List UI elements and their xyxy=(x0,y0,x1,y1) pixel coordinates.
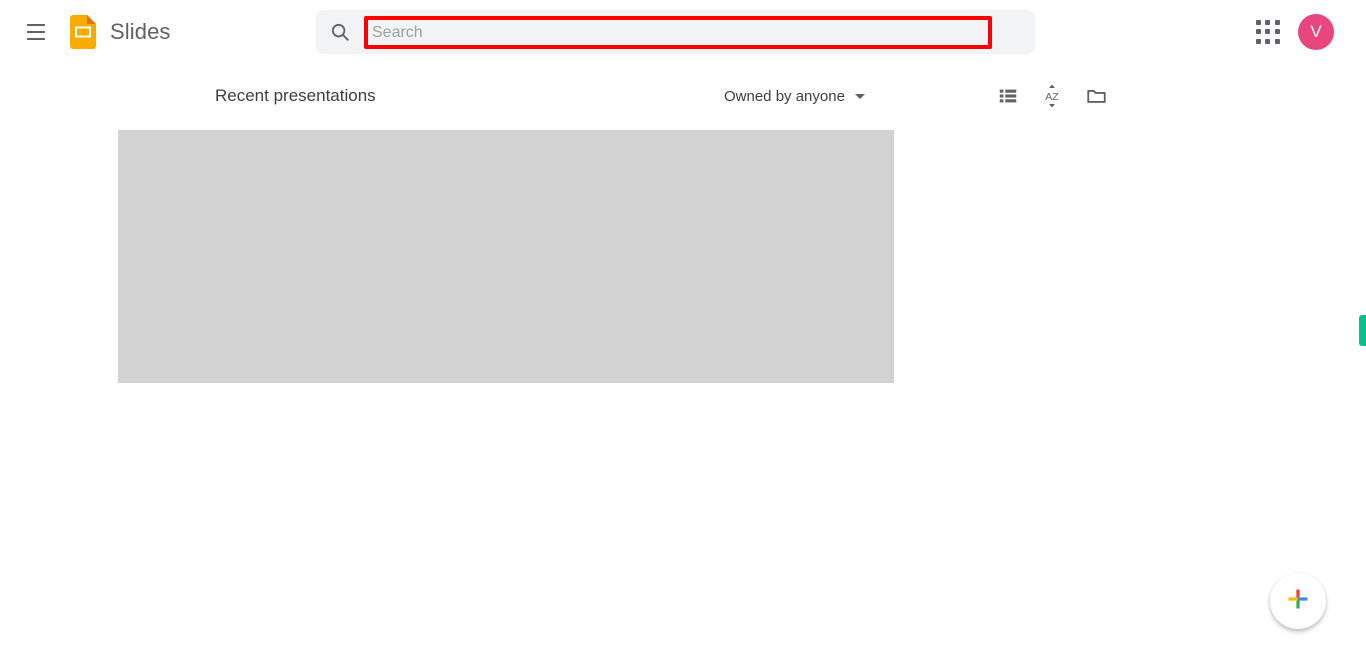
search-bar[interactable] xyxy=(316,10,1035,54)
hamburger-line xyxy=(27,24,45,26)
svg-text:AZ: AZ xyxy=(1045,91,1059,103)
hamburger-line xyxy=(27,38,45,40)
search-input[interactable] xyxy=(364,17,992,48)
apps-grid-dot xyxy=(1274,38,1280,44)
recent-section-header: Recent presentations Owned by anyone AZ xyxy=(0,78,1366,116)
chevron-down-icon xyxy=(854,93,865,99)
search-icon[interactable] xyxy=(316,10,364,54)
folder-icon[interactable] xyxy=(1078,78,1114,114)
apps-grid-dot xyxy=(1265,38,1271,44)
top-app-bar: Slides V xyxy=(0,0,1366,64)
search-field-zone xyxy=(364,10,1035,54)
apps-grid-dot xyxy=(1274,20,1280,25)
avatar[interactable]: V xyxy=(1298,14,1334,50)
presentation-thumbnail-placeholder[interactable] xyxy=(118,130,894,383)
feedback-tab[interactable] xyxy=(1359,315,1366,346)
hamburger-menu-icon[interactable] xyxy=(22,18,50,46)
apps-grid-dot xyxy=(1265,29,1271,35)
new-presentation-fab[interactable] xyxy=(1270,573,1326,629)
apps-grid-dot xyxy=(1256,20,1261,25)
apps-grid-dot xyxy=(1256,29,1261,35)
slides-logo-icon xyxy=(70,15,96,49)
page-title: Recent presentations xyxy=(215,86,376,105)
hamburger-line xyxy=(27,31,45,33)
apps-grid-dot xyxy=(1265,20,1271,25)
google-plus-icon xyxy=(1286,587,1310,616)
view-actions-group: AZ xyxy=(990,78,1114,114)
brand-home-link[interactable]: Slides xyxy=(70,13,171,51)
apps-grid-dot xyxy=(1274,29,1280,35)
list-view-icon[interactable] xyxy=(990,78,1026,114)
apps-grid-icon[interactable] xyxy=(1256,20,1281,45)
owner-filter-dropdown[interactable]: Owned by anyone xyxy=(724,78,865,114)
owner-filter-label: Owned by anyone xyxy=(724,87,845,105)
sort-az-icon[interactable]: AZ xyxy=(1034,78,1070,114)
apps-grid-dot xyxy=(1256,38,1261,44)
app-title: Slides xyxy=(110,19,171,44)
